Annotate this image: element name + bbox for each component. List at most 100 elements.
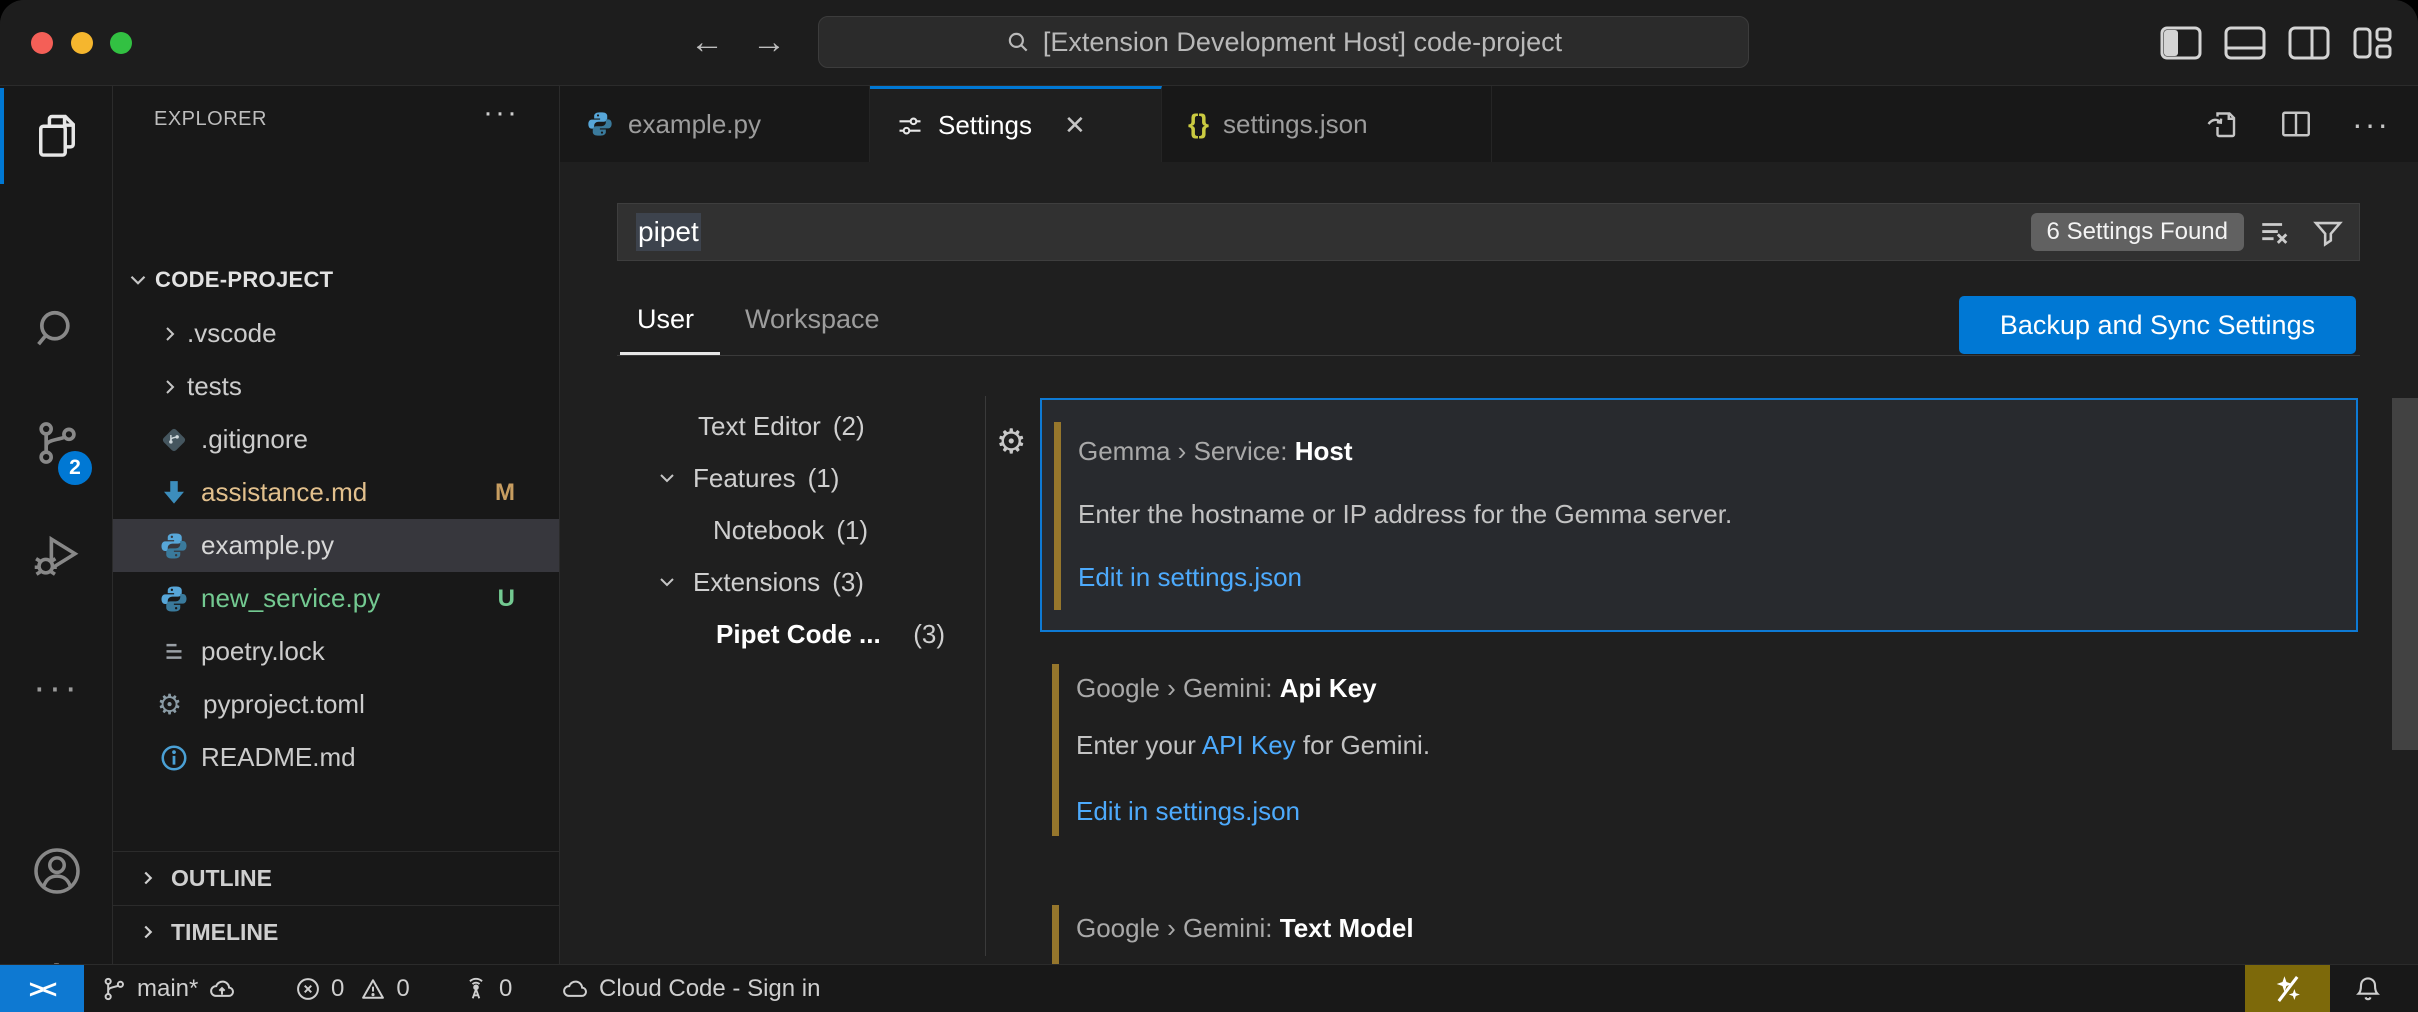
source-control-badge: 2: [58, 451, 92, 485]
error-icon: [294, 975, 322, 1003]
cloud-icon: [560, 974, 590, 1004]
setting-title: Gemma › Service: Host: [1078, 436, 1353, 467]
tree-item-readme-md[interactable]: README.md: [113, 731, 559, 784]
problems-status-item[interactable]: 0 0: [294, 965, 410, 1012]
outline-section-header[interactable]: OUTLINE: [113, 851, 559, 904]
tab-label: example.py: [628, 109, 761, 140]
toc-divider: [985, 396, 986, 956]
chevron-down-icon: [650, 466, 684, 490]
setting-description: Enter the hostname or IP address for the…: [1078, 499, 1732, 530]
split-editor-icon[interactable]: [2278, 106, 2314, 142]
timeline-section-header[interactable]: TIMELINE: [113, 905, 559, 958]
explorer-title: EXPLORER: [154, 108, 267, 131]
setting-entry-google-gemini-api-key[interactable]: Google › Gemini: Api Key Enter your API …: [1040, 660, 2358, 845]
search-icon: [31, 303, 83, 355]
settings-search-input[interactable]: pipet 6 Settings Found: [617, 203, 2360, 261]
warning-count: 0: [396, 975, 409, 1003]
cloud-code-status-item[interactable]: Cloud Code - Sign in: [560, 965, 820, 1012]
tab-settings-json[interactable]: {} settings.json: [1162, 86, 1492, 162]
file-name: assistance.md: [201, 477, 367, 508]
more-views-icon[interactable]: ···: [0, 638, 113, 738]
file-name: example.py: [201, 530, 334, 561]
maximize-window-button[interactable]: [110, 32, 132, 54]
toggle-panel-icon[interactable]: [2224, 26, 2266, 60]
edit-in-settings-json-link[interactable]: Edit in settings.json: [1078, 562, 1302, 593]
editor-scrollbar[interactable]: [2392, 398, 2418, 750]
folder-name: .vscode: [187, 318, 277, 349]
inline-suggestions-disabled-item[interactable]: [2245, 965, 2330, 1012]
toc-label: Extensions: [684, 567, 820, 598]
tree-item-example-py[interactable]: example.py: [113, 519, 559, 572]
toc-item-features[interactable]: Features (1): [617, 452, 985, 504]
git-file-icon: [159, 425, 189, 455]
toc-item-notebook[interactable]: Notebook (1): [617, 504, 985, 556]
customize-layout-icon[interactable]: [2352, 26, 2394, 60]
toc-item-pipet-code[interactable]: Pipet Code ... (3): [617, 608, 985, 660]
json-braces-icon: {}: [1188, 109, 1209, 140]
tree-item-gitignore[interactable]: .gitignore: [113, 413, 559, 466]
setting-gear-icon[interactable]: ⚙: [996, 424, 1026, 460]
clear-filters-icon[interactable]: [2257, 216, 2293, 250]
tab-settings[interactable]: Settings ✕: [870, 86, 1162, 162]
api-key-link[interactable]: API Key: [1202, 730, 1296, 760]
toggle-primary-sidebar-icon[interactable]: [2160, 26, 2202, 60]
tree-item-tests[interactable]: tests: [113, 360, 559, 413]
notifications-bell-icon[interactable]: [2338, 965, 2398, 1012]
toc-item-text-editor[interactable]: Text Editor (2): [617, 400, 985, 452]
setting-entry-gemma-service-host[interactable]: Gemma › Service: Host Enter the hostname…: [1040, 398, 2358, 632]
explorer-more-actions-icon[interactable]: ···: [483, 96, 519, 130]
toc-label: Notebook: [617, 515, 824, 546]
open-settings-json-icon[interactable]: [2204, 106, 2240, 142]
explorer-header: EXPLORER ···: [113, 86, 559, 128]
edit-in-settings-json-link[interactable]: Edit in settings.json: [1076, 796, 1300, 827]
toc-count: (1): [808, 463, 840, 494]
scope-tab-user[interactable]: User: [637, 304, 694, 335]
tree-item-poetry-lock[interactable]: poetry.lock: [113, 625, 559, 678]
chevron-down-icon: [650, 570, 684, 594]
git-branch-status-item[interactable]: main*: [100, 965, 237, 1012]
tree-item-new-service-py[interactable]: new_service.py U: [113, 572, 559, 625]
command-center[interactable]: [Extension Development Host] code-projec…: [818, 16, 1749, 68]
remote-icon: ><: [29, 974, 55, 1005]
vscode-window: ← → [Extension Development Host] code-pr…: [0, 0, 2418, 1012]
toc-item-extensions[interactable]: Extensions (3): [617, 556, 985, 608]
sidebar-item-search[interactable]: [0, 279, 113, 379]
navigate-forward-icon[interactable]: →: [752, 22, 786, 62]
navigate-back-icon[interactable]: ←: [690, 22, 724, 62]
explorer-root-folder[interactable]: CODE-PROJECT: [113, 253, 559, 306]
file-name: new_service.py: [201, 583, 380, 614]
git-modified-badge: M: [495, 479, 515, 507]
close-window-button[interactable]: [31, 32, 53, 54]
window-title: [Extension Development Host] code-projec…: [1043, 27, 1562, 58]
tree-item-pyproject-toml[interactable]: ⚙ pyproject.toml: [113, 678, 559, 731]
toc-count: (3): [913, 619, 985, 650]
backup-sync-settings-button[interactable]: Backup and Sync Settings: [1959, 296, 2356, 354]
settings-found-badge: 6 Settings Found: [2031, 213, 2244, 251]
file-name: pyproject.toml: [203, 689, 365, 720]
accounts-icon[interactable]: [0, 821, 113, 921]
scope-tab-workspace[interactable]: Workspace: [745, 304, 880, 335]
sidebar-item-run-debug[interactable]: [0, 506, 113, 606]
modified-indicator-bar: [1052, 664, 1059, 836]
sidebar-item-explorer[interactable]: [0, 86, 113, 186]
filter-funnel-icon[interactable]: [2311, 216, 2345, 250]
tree-item-assistance-md[interactable]: assistance.md M: [113, 466, 559, 519]
chevron-right-icon: [133, 921, 163, 943]
chevron-right-icon: [153, 375, 187, 399]
more-actions-icon[interactable]: ···: [2352, 106, 2390, 143]
settings-sliders-icon: [896, 112, 924, 140]
git-untracked-badge: U: [498, 585, 515, 613]
sidebar-item-source-control[interactable]: 2: [0, 393, 113, 493]
ports-status-item[interactable]: 0: [462, 965, 512, 1012]
tree-item-vscode[interactable]: .vscode: [113, 307, 559, 360]
ports-count: 0: [499, 975, 512, 1003]
toggle-secondary-sidebar-icon[interactable]: [2288, 26, 2330, 60]
sync-cloud-icon: [207, 974, 237, 1004]
close-tab-icon[interactable]: ✕: [1064, 110, 1086, 141]
minimize-window-button[interactable]: [71, 32, 93, 54]
markdown-file-icon: [159, 478, 189, 508]
tab-example-py[interactable]: example.py: [560, 86, 870, 162]
python-file-icon: [586, 110, 614, 138]
remote-indicator[interactable]: ><: [0, 965, 84, 1012]
root-folder-label: CODE-PROJECT: [155, 267, 333, 293]
